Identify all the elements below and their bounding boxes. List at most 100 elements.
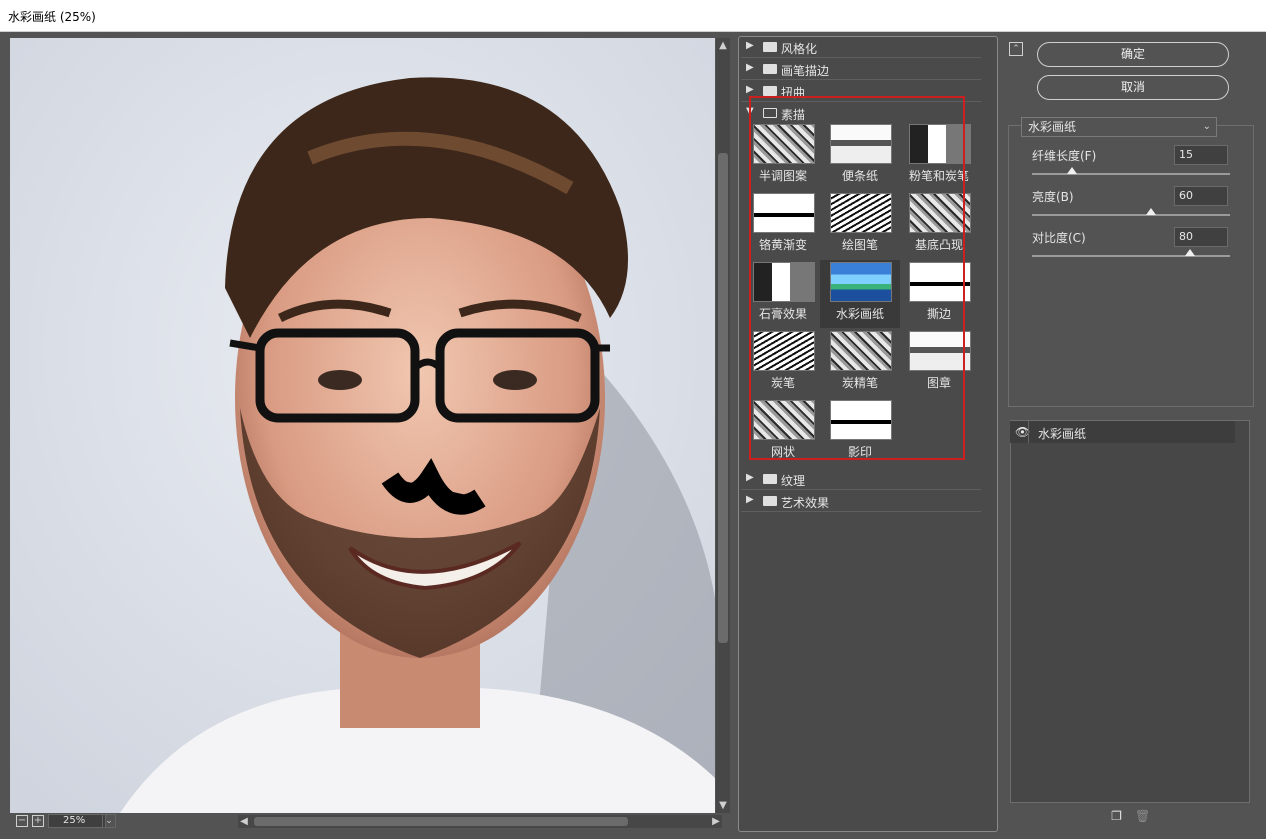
folder-icon [763,86,777,96]
filter-thumbnail-image [909,331,971,371]
filter-thumb-label: 影印 [847,445,872,459]
filter-thumbnail-image [909,262,971,302]
contrast-slider[interactable] [1032,249,1230,257]
expand-arrow-icon[interactable]: ▶ [746,84,754,95]
filter-thumb-charcoal[interactable]: 炭笔 [743,329,823,397]
open-folder-icon [763,108,777,118]
fiber-length-input[interactable]: 15 [1174,145,1228,165]
folder-icon [763,64,777,74]
filter-thumb-label: 铬黄渐变 [758,238,807,252]
filter-thumb-label: 粉笔和炭笔 [908,169,969,183]
folder-artistic[interactable]: ▶ 艺术效果 [741,491,981,512]
filter-thumb-water-paper[interactable]: 水彩画纸 [820,260,900,328]
filter-thumbnail-image [753,400,815,440]
filter-thumb-label: 炭笔 [770,376,795,390]
folder-distort[interactable]: ▶ 扭曲 [741,81,981,102]
filter-thumb-label: 网状 [770,445,795,459]
filter-thumb-chrome[interactable]: 铬黄渐变 [743,191,823,259]
scroll-left-icon[interactable]: ◀ [238,815,250,828]
zoom-dropdown-chevron-icon[interactable]: ⌄ [102,814,116,828]
folder-label: 画笔描边 [781,64,830,78]
filter-thumb-bas-relief[interactable]: 基底凸现 [899,191,979,259]
filter-thumbnail-image [830,262,892,302]
image-preview[interactable] [10,38,715,813]
effect-layer-row[interactable]: 👁 水彩画纸 [1010,421,1235,443]
expand-arrow-icon[interactable]: ▶ [746,472,754,483]
folder-label: 艺术效果 [781,496,830,510]
horizontal-scroll-thumb[interactable] [254,817,628,826]
filter-thumbnail-image [753,262,815,302]
folder-texture[interactable]: ▶ 纹理 [741,469,981,490]
filter-settings-panel [1008,125,1254,407]
zoom-in-button[interactable]: + [32,815,44,827]
scroll-right-icon[interactable]: ▶ [710,815,722,828]
filter-thumb-note-paper[interactable]: 便条纸 [820,122,900,190]
effect-layer-label: 水彩画纸 [1038,427,1087,441]
effect-layers-panel [1010,420,1250,803]
folder-label: 素描 [781,108,806,122]
ok-button[interactable]: 确定 [1037,42,1229,67]
contrast-slider-knob[interactable] [1185,249,1196,256]
new-effect-layer-icon[interactable]: ❐ [1110,810,1123,823]
preview-vertical-scrollbar[interactable]: ▲ ▼ [716,38,730,814]
scroll-up-icon[interactable]: ▲ [717,40,729,52]
cancel-button[interactable]: 取消 [1037,75,1229,100]
delete-layer-trash-icon[interactable]: 🗑 [1135,810,1150,823]
filter-thumbnail-image [909,193,971,233]
layer-divider [1028,421,1029,443]
folder-stylize[interactable]: ▶ 风格化 [741,37,981,58]
contrast-label: 对比度(C) [1032,231,1086,245]
collapse-gallery-icon[interactable]: ⌃ [1009,42,1023,56]
filter-thumb-conte-crayon[interactable]: 炭精笔 [820,329,900,397]
folder-label: 扭曲 [781,86,806,100]
filter-thumb-stamp[interactable]: 图章 [899,329,979,397]
filter-thumbnail-image [830,400,892,440]
window-title: 水彩画纸 (25%) [8,10,96,24]
fiber-length-slider-knob[interactable] [1066,167,1077,174]
filter-thumb-label: 炭精笔 [841,376,878,390]
brightness-slider-knob[interactable] [1145,208,1156,215]
filter-thumb-halftone[interactable]: 半调图案 [743,122,823,190]
scroll-down-icon[interactable]: ▼ [717,800,729,812]
preview-status-bar: − + 25% ⌄ ◀ ▶ [10,813,730,830]
preview-horizontal-scrollbar[interactable]: ◀ ▶ [238,815,722,828]
filter-type-select[interactable]: 水彩画纸 ⌄ [1021,117,1217,137]
brightness-slider[interactable] [1032,208,1230,216]
fiber-length-slider[interactable] [1032,167,1230,175]
expand-arrow-icon[interactable]: ▶ [746,40,754,51]
fiber-length-label: 纤维长度(F) [1032,149,1097,163]
folder-label: 风格化 [781,42,818,56]
filter-thumbnail-image [753,331,815,371]
expand-arrow-icon[interactable]: ▶ [746,62,754,73]
filter-thumb-plaster[interactable]: 石膏效果 [743,260,823,328]
folder-sketch[interactable]: ▼ 素描 [741,103,981,124]
filter-thumbnail-image [753,193,815,233]
folder-icon [763,496,777,506]
contrast-input[interactable]: 80 [1174,227,1228,247]
filter-thumb-label: 水彩画纸 [835,307,884,321]
title-bar: 水彩画纸 (25%) [0,0,1266,32]
filter-thumbnail-image [830,124,892,164]
filter-thumb-label: 图章 [926,376,951,390]
filter-thumb-label: 便条纸 [841,169,878,183]
filter-thumb-label: 石膏效果 [758,307,807,321]
filter-thumb-label: 撕边 [926,307,951,321]
filter-thumb-reticulation[interactable]: 网状 [743,398,823,466]
folder-icon [763,474,777,484]
expand-arrow-icon[interactable]: ▶ [746,494,754,505]
folder-icon [763,42,777,52]
collapse-arrow-icon[interactable]: ▼ [746,106,754,117]
filter-thumb-label: 基底凸现 [914,238,963,252]
brightness-label: 亮度(B) [1032,190,1074,204]
filter-thumb-chalk-charcoal[interactable]: 粉笔和炭笔 [899,122,979,190]
zoom-level-field[interactable]: 25% [48,814,106,828]
filter-thumb-graphic-pen[interactable]: 绘图笔 [820,191,900,259]
filter-select-value: 水彩画纸 [1028,120,1077,134]
filter-thumb-torn-edges[interactable]: 撕边 [899,260,979,328]
vertical-scroll-thumb[interactable] [718,153,728,643]
filter-thumb-photocopy[interactable]: 影印 [820,398,900,466]
filter-thumbnail-image [830,193,892,233]
brightness-input[interactable]: 60 [1174,186,1228,206]
zoom-out-button[interactable]: − [16,815,28,827]
folder-brush-strokes[interactable]: ▶ 画笔描边 [741,59,981,80]
